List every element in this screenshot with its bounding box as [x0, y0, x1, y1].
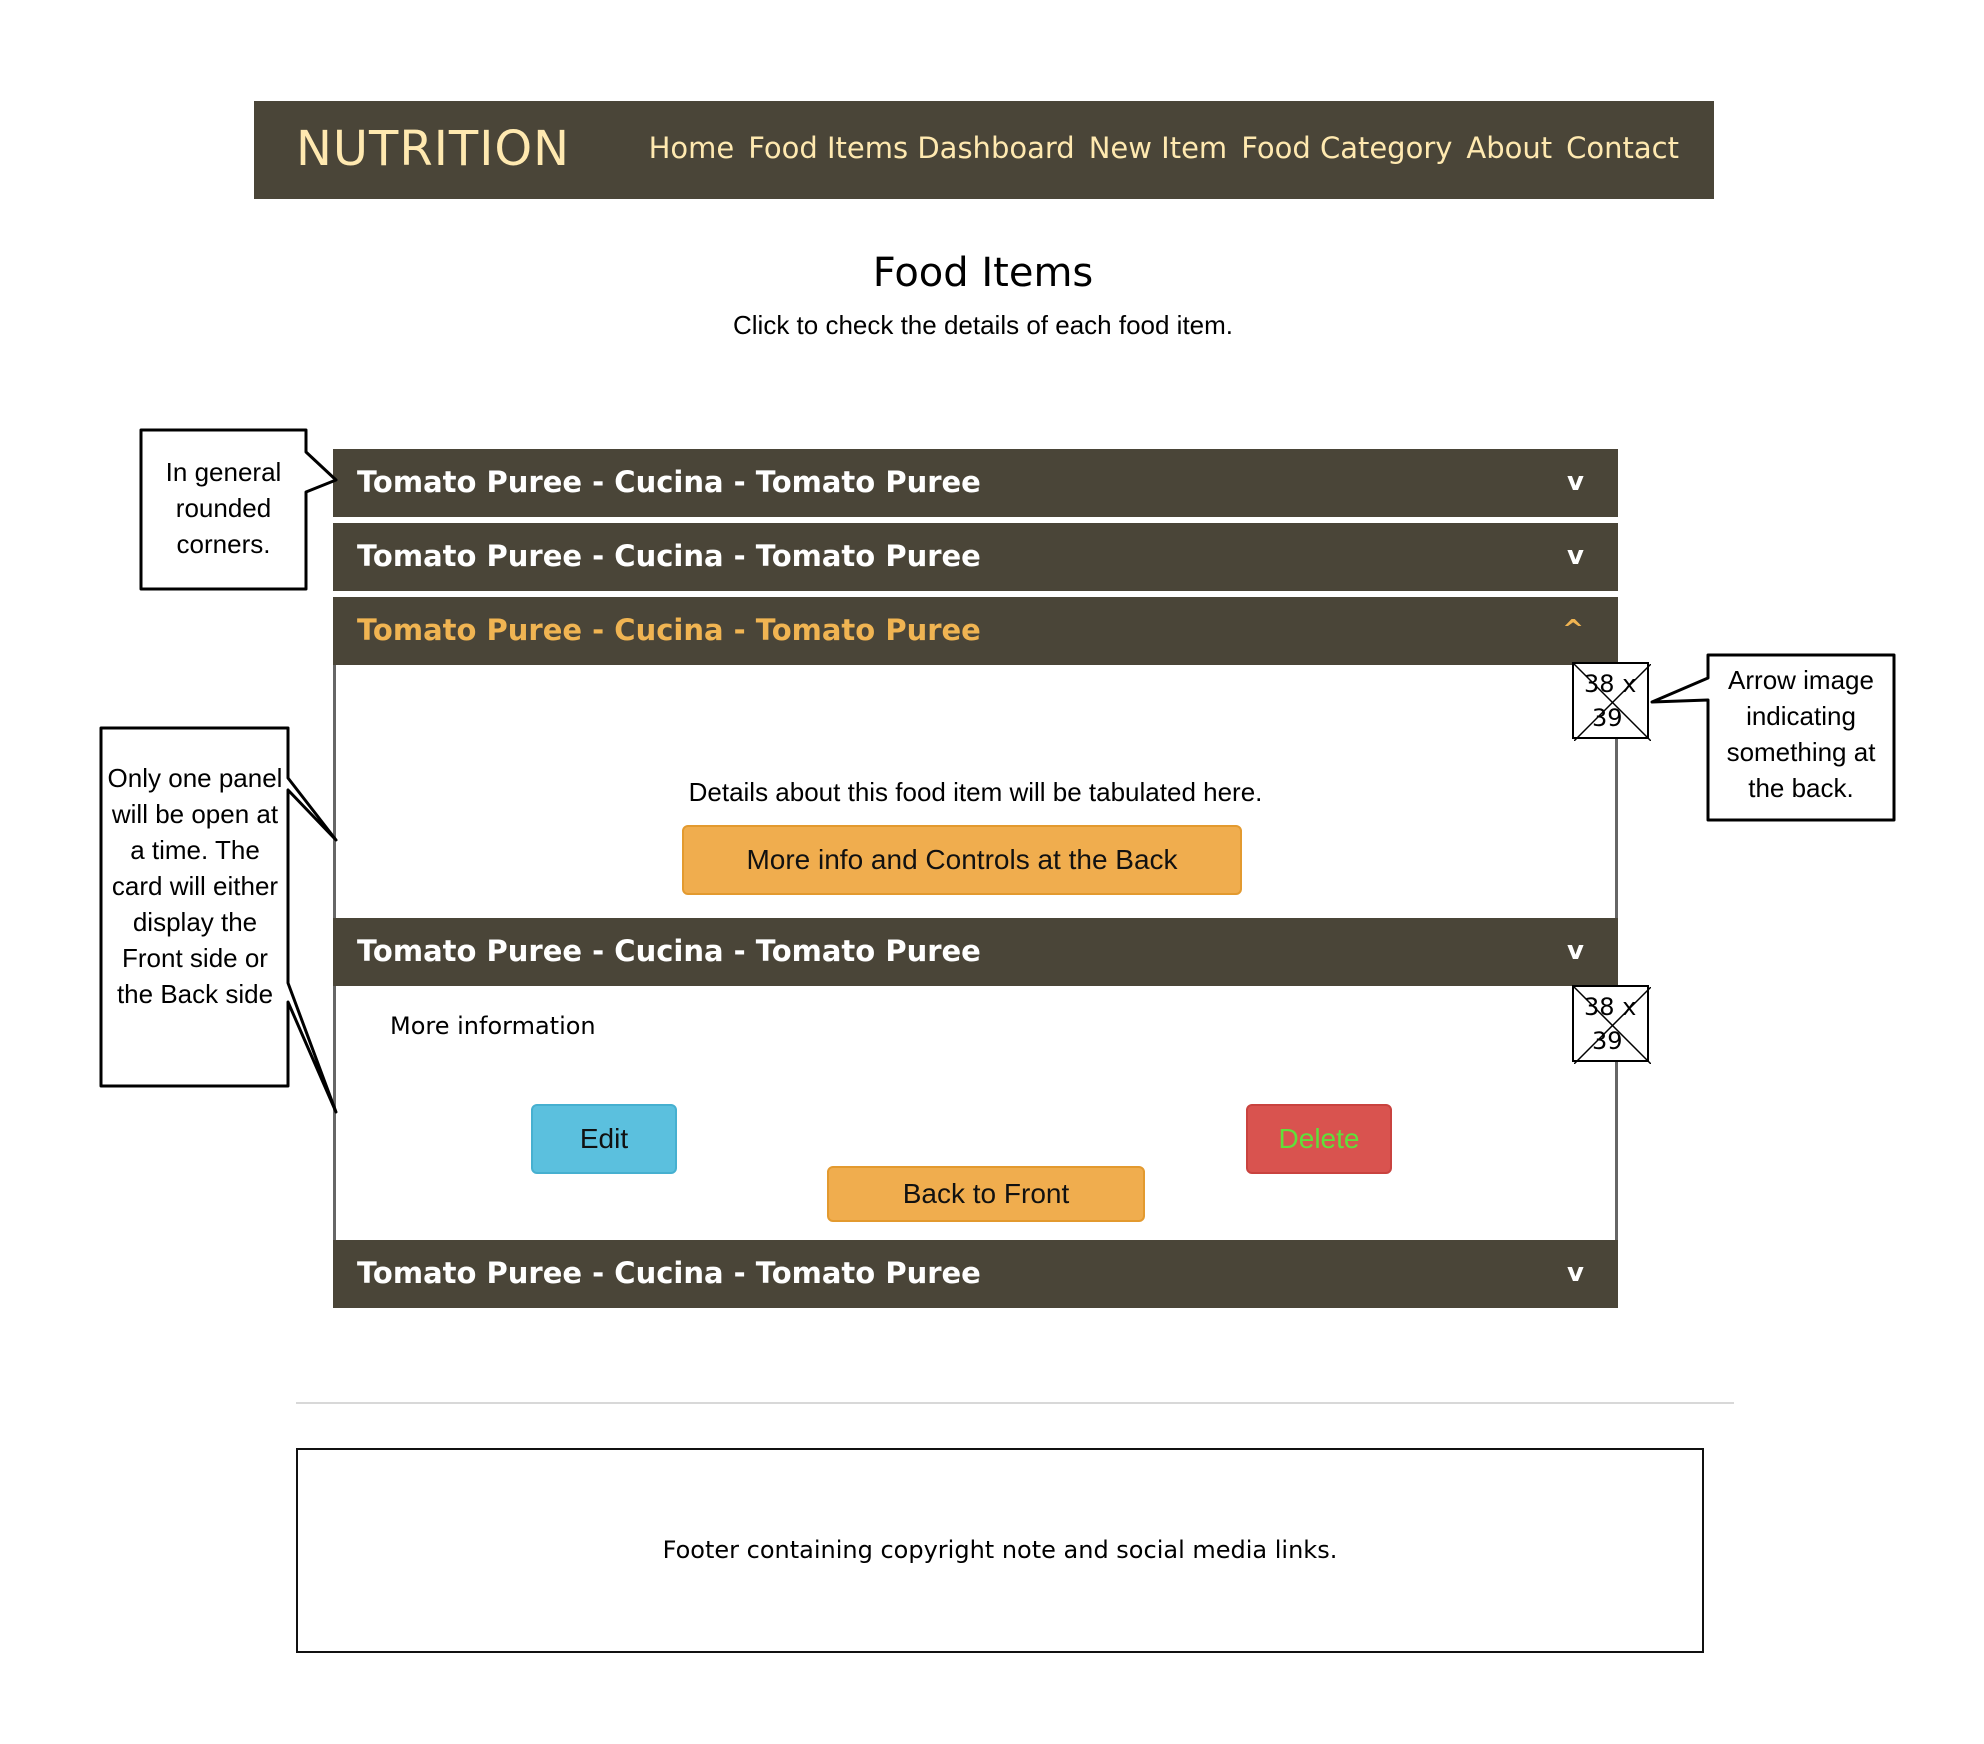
footer: Footer containing copyright note and soc…	[296, 1448, 1704, 1653]
callout-rounded-corners: In general rounded corners.	[165, 457, 282, 559]
callout-one-panel: Only one panel will be open at a time. T…	[107, 763, 283, 1009]
footer-text: Footer containing copyright note and soc…	[662, 1536, 1338, 1564]
callout-arrow-image: Arrow image indicating something at the …	[1726, 665, 1876, 803]
footer-divider	[296, 1402, 1734, 1404]
